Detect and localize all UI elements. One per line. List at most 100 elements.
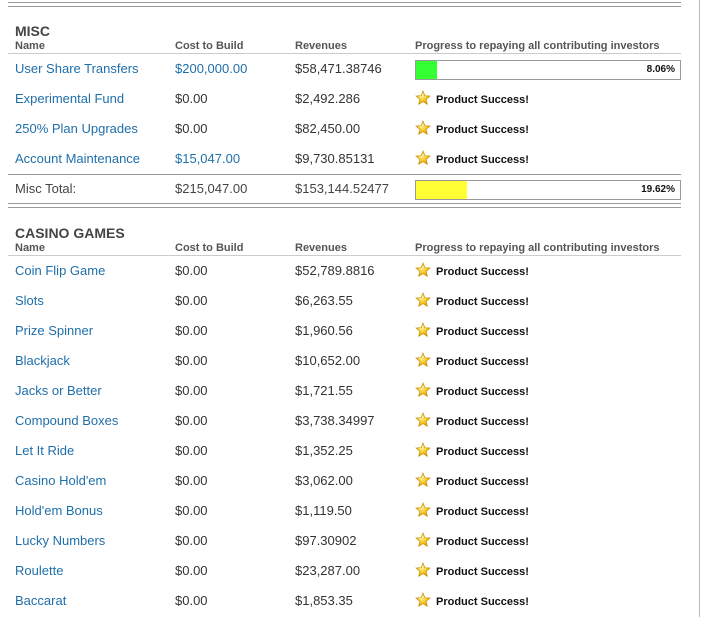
casino-col-name-header: Name xyxy=(15,242,45,254)
table-row: Compound Boxes $0.00 $3,738.34997 Product S… xyxy=(0,411,700,441)
product-success-label: Product Success! xyxy=(436,476,529,488)
star-icon xyxy=(415,150,431,166)
row-name-link[interactable]: Lucky Numbers xyxy=(15,533,105,548)
row-cost: $0.00 xyxy=(175,563,208,578)
row-name-link[interactable]: Casino Hold'em xyxy=(15,473,106,488)
misc-col-progress-header: Progress to repaying all contributing in… xyxy=(415,40,660,52)
row-name-link[interactable]: 250% Plan Upgrades xyxy=(15,121,138,136)
row-name-link[interactable]: Jacks or Better xyxy=(15,383,102,398)
row-progress: Product Success! xyxy=(415,381,529,411)
star-icon xyxy=(415,502,431,518)
product-success-label: Product Success! xyxy=(436,124,529,136)
row-name-cell: Blackjack xyxy=(15,351,70,381)
table-row: Prize Spinner $0.00 $1,960.56 Product Succe… xyxy=(0,321,700,351)
misc-col-revenue-header: Revenues xyxy=(295,40,347,52)
row-name-link[interactable]: Experimental Fund xyxy=(15,91,124,106)
row-cost: $0.00 xyxy=(175,383,208,398)
row-revenue: $52,789.8816 xyxy=(295,263,375,278)
row-cost: $0.00 xyxy=(175,121,208,136)
row-progress: Product Success! xyxy=(415,291,529,321)
row-name-link[interactable]: Slots xyxy=(15,293,44,308)
product-success-status: Product Success! xyxy=(415,472,529,488)
star-icon xyxy=(415,352,431,368)
progress-bar-fill xyxy=(416,61,438,79)
row-name-link[interactable]: Compound Boxes xyxy=(15,413,118,428)
row-name-link[interactable]: Prize Spinner xyxy=(15,323,93,338)
row-progress: Product Success! xyxy=(415,561,529,591)
row-cost: $0.00 xyxy=(175,503,208,518)
row-name-link[interactable]: Hold'em Bonus xyxy=(15,503,103,518)
product-success-status: Product Success! xyxy=(415,150,529,166)
row-cost-link[interactable]: $15,047.00 xyxy=(175,151,240,166)
progress-percent: 8.06% xyxy=(646,64,675,75)
product-success-status: Product Success! xyxy=(415,562,529,578)
top-divider xyxy=(8,2,681,7)
misc-section-title: MISC xyxy=(15,23,50,39)
row-name-cell: Experimental Fund xyxy=(15,89,124,119)
product-success-label: Product Success! xyxy=(436,296,529,308)
product-success-status: Product Success! xyxy=(415,352,529,368)
row-revenue: $3,738.34997 xyxy=(295,413,375,428)
product-success-status: Product Success! xyxy=(415,262,529,278)
row-name-cell: User Share Transfers xyxy=(15,59,139,89)
row-cost: $0.00 xyxy=(175,91,208,106)
row-progress: Product Success! xyxy=(415,321,529,351)
product-success-label: Product Success! xyxy=(436,596,529,608)
product-success-label: Product Success! xyxy=(436,536,529,548)
star-icon xyxy=(415,442,431,458)
row-name-link[interactable]: Roulette xyxy=(15,563,63,578)
table-row: Jacks or Better $0.00 $1,721.55 Product Suc… xyxy=(0,381,700,411)
casino-col-cost-header: Cost to Build xyxy=(175,242,244,254)
misc-header-divider xyxy=(8,53,681,54)
row-cost: $0.00 xyxy=(175,443,208,458)
row-cost: $0.00 xyxy=(175,473,208,488)
row-name-cell: Jacks or Better xyxy=(15,381,102,411)
row-name-cell: Coin Flip Game xyxy=(15,261,105,291)
row-cost: $0.00 xyxy=(175,413,208,428)
row-revenue: $1,960.56 xyxy=(295,323,353,338)
table-row: Lucky Numbers $0.00 $97.30902 Product Succe… xyxy=(0,531,700,561)
casino-col-progress-header: Progress to repaying all contributing in… xyxy=(415,242,660,254)
row-cost: $200,000.00 xyxy=(175,59,247,89)
row-name-cell: Let It Ride xyxy=(15,441,74,471)
product-success-status: Product Success! xyxy=(415,292,529,308)
row-name-link[interactable]: Blackjack xyxy=(15,353,70,368)
table-row: Experimental Fund $0.00 $2,492.286 Product … xyxy=(0,89,700,119)
casino-col-revenue-header: Revenues xyxy=(295,242,347,254)
row-cost: $0.00 xyxy=(175,263,208,278)
product-success-label: Product Success! xyxy=(436,356,529,368)
row-progress: Product Success! xyxy=(415,261,529,291)
table-row: Blackjack $0.00 $10,652.00 Product Success! xyxy=(0,351,700,381)
row-revenue: $2,492.286 xyxy=(295,91,361,106)
row-revenue: $1,119.50 xyxy=(295,503,352,518)
casino-header-divider xyxy=(8,255,681,256)
product-success-label: Product Success! xyxy=(436,506,529,518)
progress-bar: 19.62% xyxy=(415,180,681,200)
table-row: Slots $0.00 $6,263.55 Product Success! xyxy=(0,291,700,321)
row-cost-link[interactable]: $200,000.00 xyxy=(175,61,247,76)
star-icon xyxy=(415,120,431,136)
star-icon xyxy=(415,562,431,578)
row-name-cell: Compound Boxes xyxy=(15,411,118,441)
row-revenue: $97.30902 xyxy=(295,533,357,548)
row-progress: Product Success! xyxy=(415,531,529,561)
row-name-cell: Hold'em Bonus xyxy=(15,501,103,531)
row-name-link[interactable]: User Share Transfers xyxy=(15,61,139,76)
row-revenue: $10,652.00 xyxy=(295,353,361,368)
star-icon xyxy=(415,532,431,548)
row-revenue: $6,263.55 xyxy=(295,293,353,308)
row-name-cell: Slots xyxy=(15,291,44,321)
product-success-label: Product Success! xyxy=(436,566,529,578)
row-name-cell: Prize Spinner xyxy=(15,321,93,351)
row-progress: Product Success! xyxy=(415,411,529,441)
star-icon xyxy=(415,382,431,398)
row-name-cell: Roulette xyxy=(15,561,63,591)
row-name-link[interactable]: Account Maintenance xyxy=(15,151,140,166)
row-name-link[interactable]: Let It Ride xyxy=(15,443,74,458)
progress-percent: 19.62% xyxy=(641,184,675,195)
row-name-link[interactable]: Coin Flip Game xyxy=(15,263,105,278)
row-name-cell: Casino Hold'em xyxy=(15,471,106,501)
row-name-link[interactable]: Baccarat xyxy=(15,593,66,608)
row-progress: Product Success! xyxy=(415,351,529,381)
casino-section-title: CASINO GAMES xyxy=(15,225,125,241)
